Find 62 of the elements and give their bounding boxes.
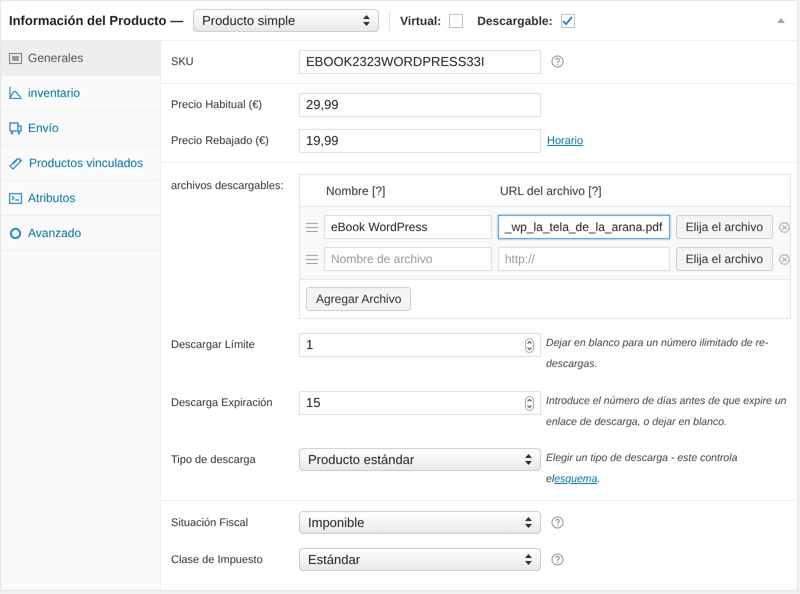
checkbox[interactable] — [560, 14, 575, 28]
input-field[interactable]: EBOOK2323WORDPRESS33I — [299, 50, 541, 74]
field-label: Precio Habitual (€) — [171, 98, 264, 113]
checkmark-icon — [562, 16, 574, 26]
input-field[interactable]: 19,99 — [299, 129, 541, 153]
input-field[interactable]: _wp_la_tela_de_la_arana.pdf — [498, 215, 670, 239]
remove-icon[interactable] — [779, 254, 790, 264]
hint-text: Introduce el número de días antes de que expire un enlace de descarga, o dejar en blanco. — [546, 394, 788, 430]
field-label: SKU — [171, 55, 195, 70]
updown-arrows-icon — [363, 15, 370, 26]
scheme-link[interactable]: esquema — [554, 473, 598, 485]
spinner-icon[interactable] — [525, 396, 534, 410]
input-field[interactable]: 29,99 — [299, 93, 541, 117]
field-label: Precio Rebajado (€) — [171, 134, 270, 149]
help-icon[interactable] — [551, 516, 564, 529]
schedule-link[interactable]: Horario — [547, 133, 584, 150]
input-field[interactable]: 15 — [299, 391, 541, 415]
field-label: Tipo de descarga — [171, 453, 257, 468]
hint-text: Elegir un tipo de descarga - este controla elesquema. — [546, 451, 738, 487]
truck-icon — [9, 122, 22, 134]
chart-icon — [9, 87, 22, 99]
help-icon[interactable] — [551, 553, 564, 566]
checkbox[interactable] — [449, 14, 464, 28]
table-icon — [9, 52, 22, 64]
drag-handle-icon[interactable] — [306, 254, 318, 264]
panel-title: Información del Producto — — [9, 12, 184, 30]
input-field[interactable]: 1 — [299, 333, 541, 357]
sidebar-tab[interactable]: Envío — [1, 111, 160, 146]
link-icon — [9, 156, 23, 170]
sidebar-tab[interactable]: Productos vinculados — [1, 146, 160, 181]
gear-icon — [9, 226, 22, 240]
field-label: Clase de Impuesto — [171, 553, 264, 568]
sidebar-tab[interactable]: Avanzado — [1, 216, 160, 251]
collapse-arrow-icon[interactable] — [777, 18, 785, 23]
select-field[interactable]: Producto simple — [193, 9, 380, 32]
field-label: archivos descargables: — [171, 179, 285, 194]
column-header: Nombre [?] — [326, 182, 386, 200]
choose-file-button[interactable]: Elija el archivo — [676, 215, 774, 239]
updown-arrows-icon — [525, 454, 532, 465]
sidebar-tab[interactable]: Generales — [1, 41, 160, 76]
field-label: Situación Fiscal — [171, 516, 250, 531]
list-icon — [9, 192, 22, 204]
spinner-icon[interactable] — [525, 338, 534, 352]
checkbox-label: Virtual: — [400, 12, 442, 30]
select-field[interactable]: Estándar — [299, 548, 541, 571]
sidebar-tab[interactable]: inventario — [1, 76, 160, 111]
drag-handle-icon[interactable] — [306, 222, 318, 232]
add-file-button[interactable]: Agregar Archivo — [306, 287, 412, 311]
choose-file-button[interactable]: Elija el archivo — [676, 247, 774, 271]
field-label: Descargar Límite — [171, 338, 256, 353]
updown-arrows-icon — [525, 554, 532, 565]
select-field[interactable]: Producto estándar — [299, 448, 541, 471]
sidebar-tab[interactable]: Atributos — [1, 181, 160, 216]
remove-icon[interactable] — [779, 222, 790, 232]
field-label: Descarga Expiración — [171, 396, 274, 411]
checkbox-label: Descargable: — [477, 12, 553, 30]
help-icon[interactable] — [551, 55, 564, 68]
column-header: URL del archivo [?] — [500, 182, 603, 200]
updown-arrows-icon — [525, 517, 532, 528]
select-field[interactable]: Imponible — [299, 511, 541, 534]
input-field[interactable]: eBook WordPress — [324, 215, 492, 239]
hint-text: Dejar en blanco para un número ilimitado de re-descargas. — [546, 336, 770, 372]
